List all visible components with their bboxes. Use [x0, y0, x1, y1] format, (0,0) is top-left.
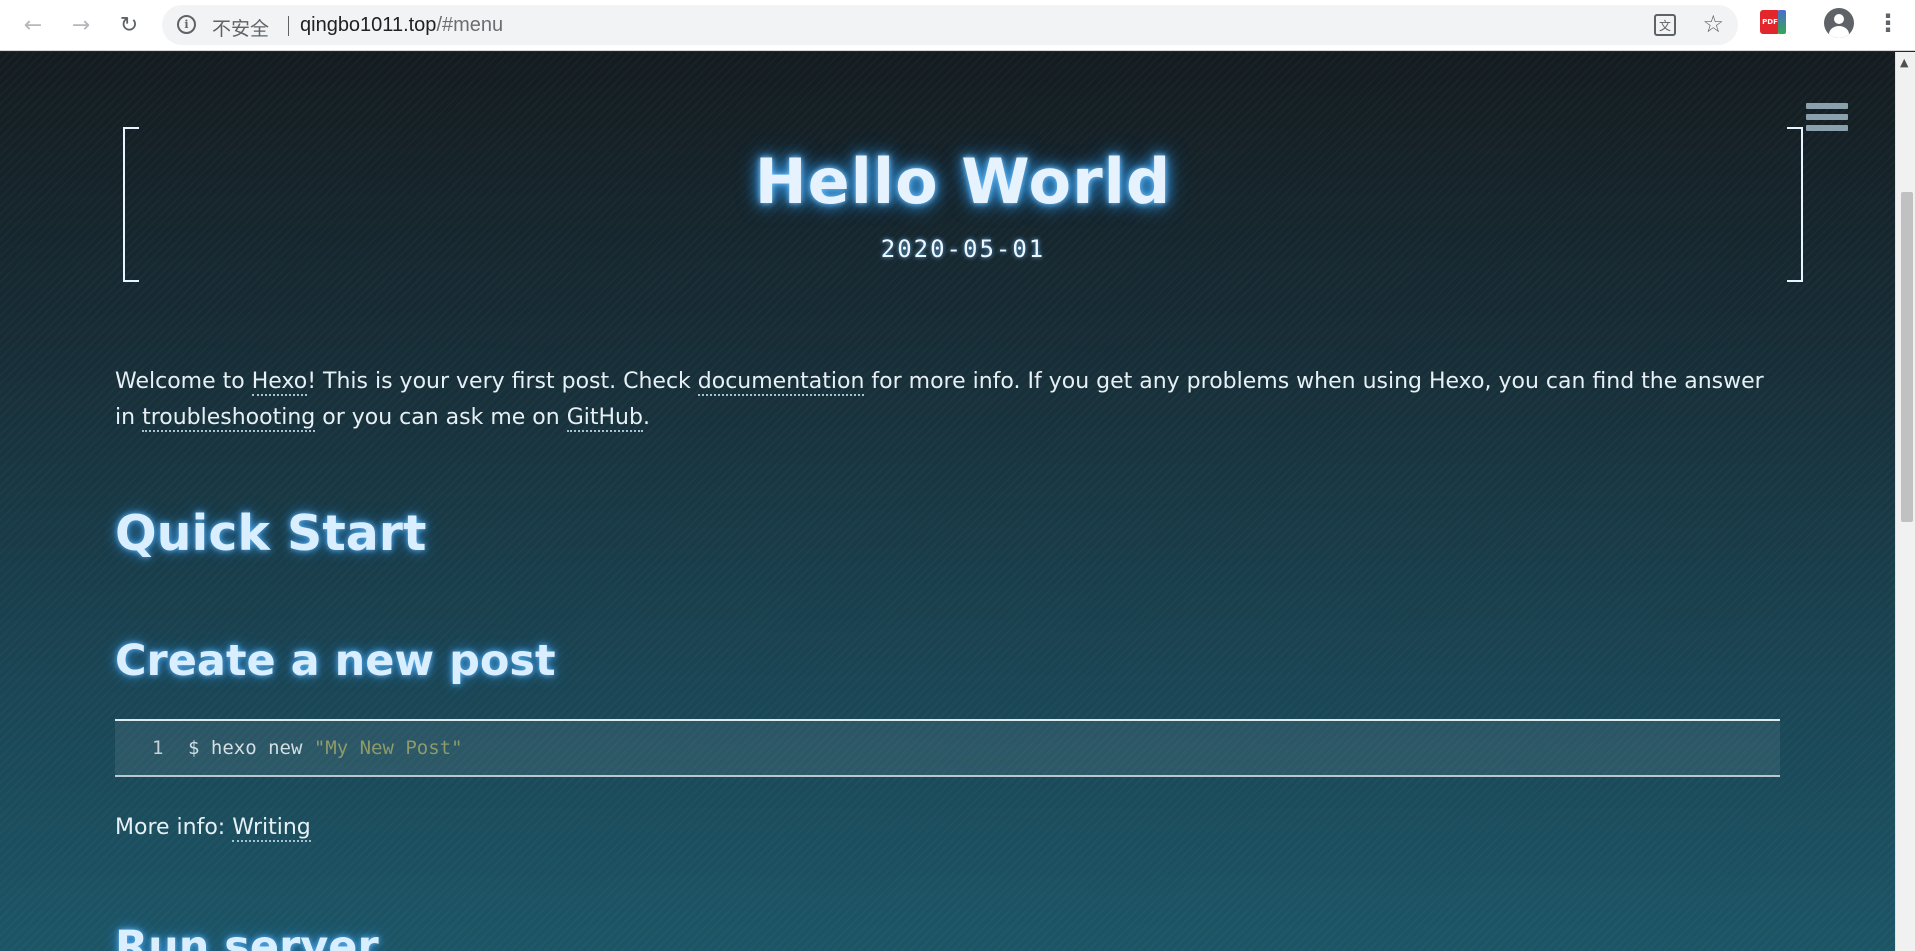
url-host: qingbo1011.top [300, 14, 437, 36]
code-line-number: 1 [152, 737, 164, 759]
page-scrollbar[interactable]: ▲ [1895, 52, 1915, 951]
post-intro: Welcome to Hexo! This is your very first… [115, 364, 1780, 436]
code-string: "My New Post" [313, 737, 463, 759]
address-separator [288, 16, 289, 36]
more-info: More info: Writing [115, 815, 311, 842]
bookmark-star-icon[interactable]: ☆ [1702, 10, 1724, 38]
code-command: $ hexo new [188, 737, 314, 759]
code-line: $ hexo new "My New Post" [188, 737, 463, 759]
url-path: /#menu [436, 14, 504, 36]
link-troubleshooting[interactable]: troubleshooting [142, 405, 316, 432]
address-bar[interactable]: i 不安全 qingbo1011.top/#menu 文 ☆ [162, 5, 1738, 45]
link-documentation[interactable]: documentation [697, 369, 865, 396]
heading-run-server: Run server [115, 922, 379, 951]
pdf-extension-icon[interactable]: PDF [1760, 10, 1780, 34]
hamburger-menu-icon[interactable] [1806, 103, 1848, 141]
code-block: 1 $ hexo new "My New Post" [115, 719, 1780, 777]
scrollbar-thumb[interactable] [1901, 192, 1913, 522]
link-github[interactable]: GitHub [566, 405, 643, 432]
reload-icon[interactable]: ↻ [114, 10, 144, 40]
url-text[interactable]: qingbo1011.top/#menu [300, 14, 503, 37]
post-date: 2020-05-01 [880, 235, 1046, 263]
link-writing[interactable]: Writing [232, 815, 311, 842]
profile-avatar-icon[interactable] [1824, 8, 1854, 38]
intro-text: or you can ask me on [315, 405, 567, 430]
scroll-up-arrow-icon[interactable]: ▲ [1900, 56, 1908, 69]
intro-text: ! This is your very first post. Check [307, 369, 698, 394]
intro-paragraph: Welcome to Hexo! This is your very first… [115, 364, 1780, 436]
security-status[interactable]: 不安全 [212, 14, 269, 41]
browser-menu-icon[interactable]: ⋮ [1876, 8, 1900, 38]
info-icon[interactable]: i [177, 15, 196, 34]
post-title: Hello World [754, 145, 1172, 218]
intro-text: Welcome to [115, 369, 252, 394]
link-hexo[interactable]: Hexo [251, 369, 308, 396]
more-info-label: More info: [115, 815, 233, 840]
forward-arrow-icon[interactable]: → [66, 10, 96, 40]
intro-text: . [642, 405, 650, 430]
post-header: Hello World 2020-05-01 [123, 127, 1803, 282]
extension-icon[interactable] [1778, 10, 1786, 34]
browser-toolbar: ← → ↻ i 不安全 qingbo1011.top/#menu 文 ☆ PDF… [0, 0, 1915, 51]
translate-icon[interactable]: 文 [1654, 14, 1676, 36]
heading-quick-start: Quick Start [115, 505, 427, 562]
heading-create-post: Create a new post [115, 636, 556, 686]
back-arrow-icon[interactable]: ← [18, 10, 48, 40]
